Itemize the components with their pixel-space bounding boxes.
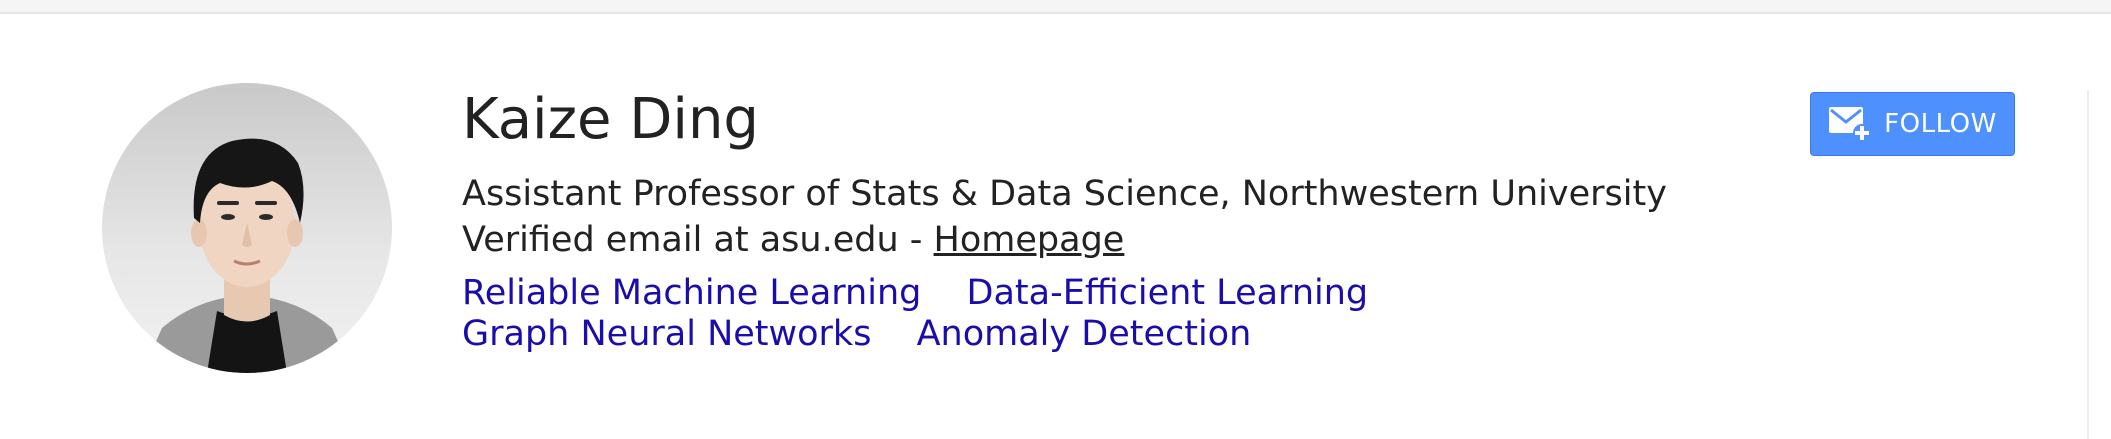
homepage-link[interactable]: Homepage xyxy=(934,220,1125,260)
follow-button[interactable]: FOLLOW xyxy=(1810,92,2015,156)
profile-avatar xyxy=(102,83,392,373)
interest-link-anomaly-detection[interactable]: Anomaly Detection xyxy=(917,314,1252,354)
interest-link-reliable-ml[interactable]: Reliable Machine Learning xyxy=(462,273,921,313)
profile-header: Kaize Ding Assistant Professor of Stats … xyxy=(0,0,2111,439)
verified-email-text: Verified email at asu.edu - xyxy=(462,220,934,260)
profile-name: Kaize Ding xyxy=(462,87,759,152)
email-add-icon xyxy=(1828,105,1872,143)
interest-link-gnn[interactable]: Graph Neural Networks xyxy=(462,314,871,354)
profile-affiliation: Assistant Professor of Stats & Data Scie… xyxy=(462,174,1667,214)
interest-link-data-efficient[interactable]: Data-Efficient Learning xyxy=(967,273,1369,313)
avatar-photo xyxy=(142,138,352,373)
follow-label: FOLLOW xyxy=(1884,109,1997,139)
verified-email-line: Verified email at asu.edu - Homepage xyxy=(462,218,1124,262)
research-interests: Reliable Machine Learning Data-Efficient… xyxy=(462,273,1782,355)
